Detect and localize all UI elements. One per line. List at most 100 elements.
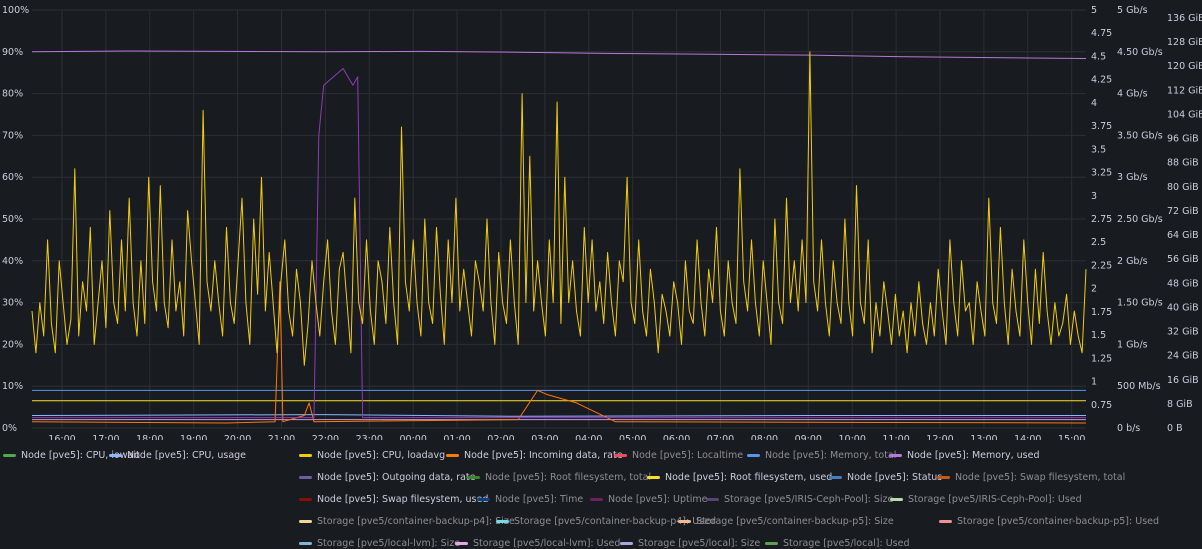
legend-label: Node [pve5]: Localtime bbox=[632, 450, 744, 461]
x-tick-label: 02:00 bbox=[487, 434, 514, 440]
y-tick-label-left: 10% bbox=[2, 381, 23, 392]
x-tick-label: 01:00 bbox=[443, 434, 470, 440]
legend-item[interactable]: Storage [pve5/container-backup-p5]: Size bbox=[678, 516, 894, 527]
x-tick-label: 18:00 bbox=[136, 434, 163, 440]
y-tick-label-bytes: 16 GiB bbox=[1167, 375, 1199, 386]
y-tick-label-left: 40% bbox=[2, 256, 23, 267]
legend-swatch bbox=[829, 476, 842, 479]
y-tick-label-bytes: 80 GiB bbox=[1167, 182, 1199, 193]
x-tick-label: 05:00 bbox=[619, 434, 646, 440]
x-tick-label: 09:00 bbox=[795, 434, 822, 440]
y-tick-label-loadavg: 2.75 bbox=[1091, 214, 1112, 225]
y-tick-label-loadavg: 0.75 bbox=[1091, 400, 1112, 411]
series-line-node-pve5-cpu-loadavg bbox=[31, 51, 1087, 366]
y-tick-label-bytes: 72 GiB bbox=[1167, 206, 1199, 217]
y-tick-label-rate: 2 Gb/s bbox=[1117, 256, 1148, 267]
legend-item[interactable]: Node [pve5]: Outgoing data, rate bbox=[299, 472, 476, 483]
y-tick-label-loadavg: 4.75 bbox=[1091, 28, 1112, 39]
x-tick-label: 08:00 bbox=[751, 434, 778, 440]
y-tick-label-left: 80% bbox=[2, 89, 23, 100]
x-tick-label: 10:00 bbox=[839, 434, 866, 440]
legend-item[interactable]: Node [pve5]: Swap filesystem, total bbox=[937, 472, 1125, 483]
y-tick-label-left: 30% bbox=[2, 298, 23, 309]
legend-swatch bbox=[467, 476, 480, 479]
y-tick-label-bytes: 88 GiB bbox=[1167, 158, 1199, 169]
y-tick-label-rate: 5 Gb/s bbox=[1117, 5, 1148, 16]
y-tick-label-left: 0% bbox=[2, 423, 17, 434]
y-tick-label-bytes: 56 GiB bbox=[1167, 254, 1199, 265]
data-rate-axis: 0 b/s 500 Mb/s 1 Gb/s 1.50 Gb/s 2 Gb/s 2.50 G… bbox=[1117, 5, 1163, 434]
legend-swatch bbox=[299, 498, 312, 501]
y-tick-label-left: 70% bbox=[2, 130, 23, 141]
legend-label: Storage [pve5/IRIS-Ceph-Pool]: Used bbox=[908, 494, 1082, 505]
x-tick-label: 20:00 bbox=[224, 434, 251, 440]
y-tick-label-rate: 1.50 Gb/s bbox=[1117, 298, 1163, 309]
y-tick-label-bytes: 136 GiB bbox=[1167, 13, 1202, 24]
legend-label: Node [pve5]: Incoming data, rate bbox=[464, 450, 623, 461]
legend-label: Node [pve5]: Swap filesystem, total bbox=[955, 472, 1126, 483]
y-tick-label-bytes: 48 GiB bbox=[1167, 278, 1199, 289]
x-tick-label: 14:00 bbox=[1014, 434, 1041, 440]
legend-swatch bbox=[109, 454, 122, 457]
left-percent-axis: 0% 10% 20% 30% 40% 50% 60% 70% 80% 90% 100% bbox=[2, 5, 29, 434]
legend-swatch bbox=[706, 498, 719, 501]
legend-item[interactable]: Node [pve5]: Status bbox=[829, 472, 942, 483]
y-tick-label-loadavg: 5 bbox=[1091, 5, 1097, 16]
x-tick-label: 06:00 bbox=[663, 434, 690, 440]
y-tick-label-left: 50% bbox=[2, 214, 23, 225]
y-tick-label-loadavg: 1.5 bbox=[1091, 330, 1106, 341]
legend-swatch bbox=[647, 476, 660, 479]
y-tick-label-rate: 3 Gb/s bbox=[1117, 172, 1148, 183]
y-tick-label-left: 100% bbox=[2, 5, 29, 16]
bytes-axis: 0 B 8 GiB 16 GiB 24 GiB 32 GiB 40 GiB 48 GiB 56… bbox=[1167, 13, 1202, 434]
legend-label: Node [pve5]: Uptime bbox=[608, 494, 708, 505]
legend-item[interactable]: Node [pve5]: Localtime bbox=[614, 450, 743, 461]
legend-item[interactable]: Storage [pve5/IRIS-Ceph-Pool]: Used bbox=[890, 494, 1082, 505]
legend-swatch bbox=[678, 520, 691, 523]
y-tick-label-loadavg: 2.25 bbox=[1091, 260, 1112, 271]
y-tick-label-bytes: 0 B bbox=[1167, 423, 1183, 434]
y-tick-label-rate: 4 Gb/s bbox=[1117, 89, 1148, 100]
y-tick-label-rate: 2.50 Gb/s bbox=[1117, 214, 1163, 225]
x-tick-label: 17:00 bbox=[92, 434, 119, 440]
legend-label: Storage [pve5/container-backup-p4]: Size bbox=[317, 516, 515, 527]
legend-item[interactable]: Node [pve5]: Uptime bbox=[590, 494, 707, 505]
legend-label: Node [pve5]: Memory, used bbox=[907, 450, 1040, 461]
legend-label: Node [pve5]: Status bbox=[847, 472, 943, 483]
legend-item[interactable]: Node [pve5]: Root filesystem, used bbox=[647, 472, 832, 483]
legend-swatch bbox=[477, 498, 490, 501]
y-tick-label-bytes: 24 GiB bbox=[1167, 351, 1199, 362]
y-tick-label-bytes: 128 GiB bbox=[1167, 37, 1202, 48]
legend-label: Node [pve5]: Root filesystem, used bbox=[665, 472, 833, 483]
series-lines bbox=[31, 50, 1087, 424]
legend-label: Node [pve5]: CPU, usage bbox=[127, 450, 247, 461]
x-tick-label: 07:00 bbox=[707, 434, 734, 440]
legend-item[interactable]: Node [pve5]: Swap filesystem, used bbox=[299, 494, 488, 505]
y-tick-label-loadavg: 1.25 bbox=[1091, 353, 1112, 364]
y-tick-label-rate: 500 Mb/s bbox=[1117, 381, 1161, 392]
legend-item[interactable]: Node [pve5]: CPU, usage bbox=[109, 450, 246, 461]
y-tick-label-loadavg: 4.5 bbox=[1091, 51, 1106, 62]
legend-label: Storage [pve5/IRIS-Ceph-Pool]: Size bbox=[724, 494, 894, 505]
legend-item[interactable]: Node [pve5]: Memory, used bbox=[889, 450, 1040, 461]
y-tick-label-bytes: 64 GiB bbox=[1167, 230, 1199, 241]
time-series-chart[interactable]: 0%10%20%30%40%50%60%70%80%90%100% 0.7511… bbox=[0, 0, 1202, 440]
legend-swatch bbox=[889, 454, 902, 457]
y-tick-label-loadavg: 4 bbox=[1091, 98, 1097, 109]
legend-item[interactable]: Storage [pve5/container-backup-p5]: Used bbox=[939, 516, 1159, 527]
y-tick-label-rate: 1 Gb/s bbox=[1117, 339, 1148, 350]
legend-item[interactable]: Node [pve5]: Time bbox=[477, 494, 583, 505]
legend-item[interactable]: Storage [pve5/container-backup-p4]: Size bbox=[299, 516, 515, 527]
legend-item[interactable]: Node [pve5]: Memory, total bbox=[747, 450, 896, 461]
y-tick-label-bytes: 96 GiB bbox=[1167, 134, 1199, 145]
legend-item[interactable]: Node [pve5]: CPU, loadavg bbox=[299, 450, 445, 461]
y-tick-label-bytes: 104 GiB bbox=[1167, 109, 1202, 120]
x-tick-label: 22:00 bbox=[312, 434, 339, 440]
legend-item[interactable]: Storage [pve5/IRIS-Ceph-Pool]: Size bbox=[706, 494, 893, 505]
y-tick-label-loadavg: 3.5 bbox=[1091, 144, 1106, 155]
legend-swatch bbox=[299, 476, 312, 479]
x-tick-label: 13:00 bbox=[970, 434, 997, 440]
legend-item[interactable]: Node [pve5]: Root filesystem, total bbox=[467, 472, 651, 483]
loadavg-axis: 0.75 1 1.25 1.5 1.75 2 2.25 2.5 2.75 3 3.25 3.5 3.75… bbox=[1091, 5, 1112, 411]
legend-item[interactable]: Node [pve5]: Incoming data, rate bbox=[446, 450, 623, 461]
